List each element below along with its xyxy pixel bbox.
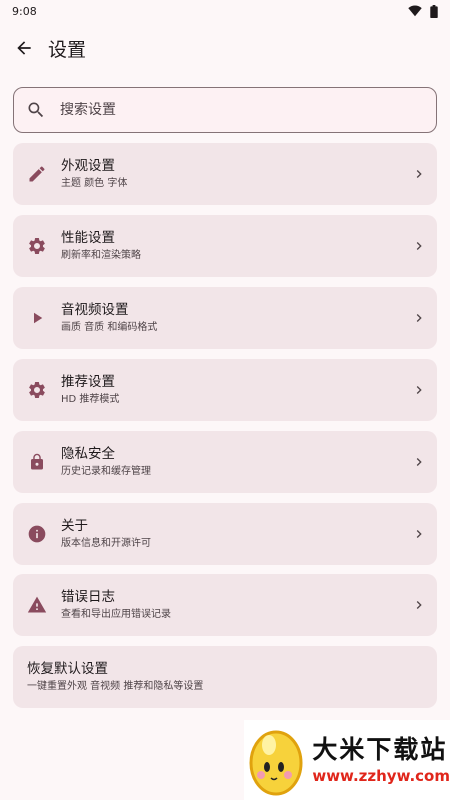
watermark-logo [244,720,308,800]
item-subtitle: 画质 音质 和编码格式 [61,322,158,333]
search-input[interactable] [60,102,400,118]
page-title: 设置 [48,38,87,61]
back-button[interactable] [4,28,44,68]
settings-item-audio-video[interactable]: 音视频设置 画质 音质 和编码格式 [13,287,437,349]
battery-icon [430,4,438,18]
reset-subtitle: 一键重置外观 音视频 推荐和隐私等设置 [27,681,204,692]
item-subtitle: 刷新率和渲染策略 [61,250,141,261]
watermark-url: www.zzhyw.com [312,767,450,785]
play-icon [34,312,43,324]
settings-item-error-log[interactable]: 错误日志 查看和导出应用错误记录 [13,574,437,636]
item-title: 外观设置 [61,158,115,174]
gear-icon [29,381,45,399]
egg-mascot-icon [249,730,303,796]
item-title: 隐私安全 [61,446,115,462]
lock-icon [31,453,43,470]
item-title: 错误日志 [61,589,115,605]
warning-icon [27,596,47,613]
gear-icon [29,237,45,255]
chevron-right-icon [416,242,422,250]
chevron-right-icon [416,170,422,178]
pencil-icon [29,166,45,182]
item-title: 推荐设置 [61,374,115,390]
settings-item-performance[interactable]: 性能设置 刷新率和渲染策略 [13,215,437,277]
info-icon [28,525,46,543]
item-title: 音视频设置 [61,302,129,318]
arrow-back-icon [17,41,31,55]
chevron-right-icon [416,530,422,538]
watermark: 大米下载站 www.zzhyw.com [244,720,450,800]
settings-item-recommendation[interactable]: 推荐设置 HD 推荐模式 [13,359,437,421]
reset-defaults-item[interactable]: 恢复默认设置 一键重置外观 音视频 推荐和隐私等设置 [13,646,437,708]
chevron-right-icon [416,386,422,394]
reset-title: 恢复默认设置 [27,661,108,677]
settings-item-about[interactable]: 关于 版本信息和开源许可 [13,503,437,565]
item-subtitle: HD 推荐模式 [61,394,120,405]
chevron-right-icon [416,314,422,322]
item-title: 性能设置 [61,230,115,246]
watermark-name: 大米下载站 [312,735,448,764]
chevron-right-icon [416,601,422,609]
item-subtitle: 版本信息和开源许可 [61,538,151,549]
item-title: 关于 [61,518,88,534]
search-icon [28,102,44,118]
search-bar[interactable] [13,87,437,133]
app-bar: 设置 [0,28,450,68]
item-subtitle: 查看和导出应用错误记录 [61,609,171,620]
status-icons [408,4,438,18]
status-bar: 9:08 [0,0,450,22]
item-subtitle: 主题 颜色 字体 [61,178,128,189]
settings-item-appearance[interactable]: 外观设置 主题 颜色 字体 [13,143,437,205]
status-time: 9:08 [12,4,37,18]
settings-item-privacy[interactable]: 隐私安全 历史记录和缓存管理 [13,431,437,493]
wifi-icon [408,5,422,17]
item-subtitle: 历史记录和缓存管理 [61,466,151,477]
chevron-right-icon [416,458,422,466]
